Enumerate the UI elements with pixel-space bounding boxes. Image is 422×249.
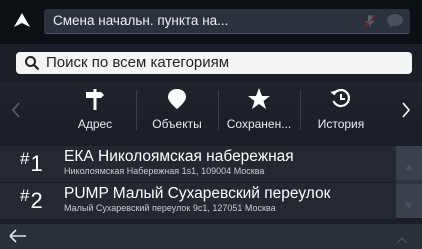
scroll-up-button[interactable] bbox=[396, 146, 422, 180]
rank-hash: # bbox=[20, 149, 30, 168]
navigation-arrow-icon[interactable] bbox=[12, 10, 32, 37]
rank-number: 2 bbox=[30, 188, 43, 213]
result-address: Николоямская Набережная 1s1, 109004 Моск… bbox=[64, 166, 265, 176]
rank-number: 1 bbox=[30, 151, 43, 176]
chevron-left-icon[interactable] bbox=[10, 100, 22, 125]
bottom-bar bbox=[0, 224, 422, 249]
category-label: Сохранен... bbox=[226, 117, 292, 131]
microphone-icon[interactable] bbox=[364, 14, 376, 33]
search-icon bbox=[24, 55, 40, 76]
route-title-text: Смена начальн. пункта на... bbox=[53, 13, 229, 28]
back-arrow-icon[interactable] bbox=[8, 228, 28, 249]
category-saved[interactable]: Сохранен... bbox=[220, 82, 298, 138]
category-label: История bbox=[317, 117, 365, 131]
category-label: Адрес bbox=[77, 117, 113, 131]
route-title-field[interactable]: Смена начальн. пункта на... bbox=[44, 9, 410, 34]
result-row[interactable]: #1 ЕКА Николоямская набережная Николоямс… bbox=[0, 146, 396, 182]
result-rank: #2 bbox=[20, 186, 43, 216]
rank-hash: # bbox=[20, 186, 30, 205]
scrollbar[interactable] bbox=[396, 146, 422, 218]
category-places[interactable]: Объекты bbox=[138, 82, 216, 138]
star-icon bbox=[247, 87, 271, 111]
map-pin-icon bbox=[165, 87, 189, 111]
divider bbox=[218, 90, 219, 130]
divider bbox=[300, 90, 301, 130]
result-address: Малый Сухаревский переулок 9с1, 127051 М… bbox=[64, 203, 276, 213]
search-placeholder: Поиск по всем категориям bbox=[46, 54, 230, 71]
divider bbox=[136, 90, 137, 130]
category-address[interactable]: Адрес bbox=[56, 82, 134, 138]
category-history[interactable]: История bbox=[302, 82, 380, 138]
top-bar: Смена начальн. пункта на... bbox=[0, 0, 422, 44]
category-label: Объекты bbox=[152, 117, 202, 131]
chat-bubble-icon[interactable] bbox=[386, 13, 404, 34]
result-title: PUMP Малый Сухаревский переулок bbox=[64, 185, 331, 202]
result-row[interactable]: #2 PUMP Малый Сухаревский переулок Малый… bbox=[0, 183, 396, 219]
chevron-up-icon bbox=[404, 158, 414, 176]
category-strip: Адрес Объекты Сохранен... История bbox=[0, 82, 422, 138]
chevron-right-icon[interactable] bbox=[400, 100, 412, 125]
result-rank: #1 bbox=[20, 149, 43, 179]
chevron-up-icon[interactable] bbox=[396, 231, 408, 249]
scroll-down-button[interactable] bbox=[396, 184, 422, 218]
search-input[interactable]: Поиск по всем категориям bbox=[16, 52, 412, 74]
signpost-icon bbox=[83, 87, 107, 111]
result-title: ЕКА Николоямская набережная bbox=[64, 148, 294, 165]
chevron-down-icon bbox=[404, 197, 414, 215]
history-icon bbox=[329, 87, 353, 111]
